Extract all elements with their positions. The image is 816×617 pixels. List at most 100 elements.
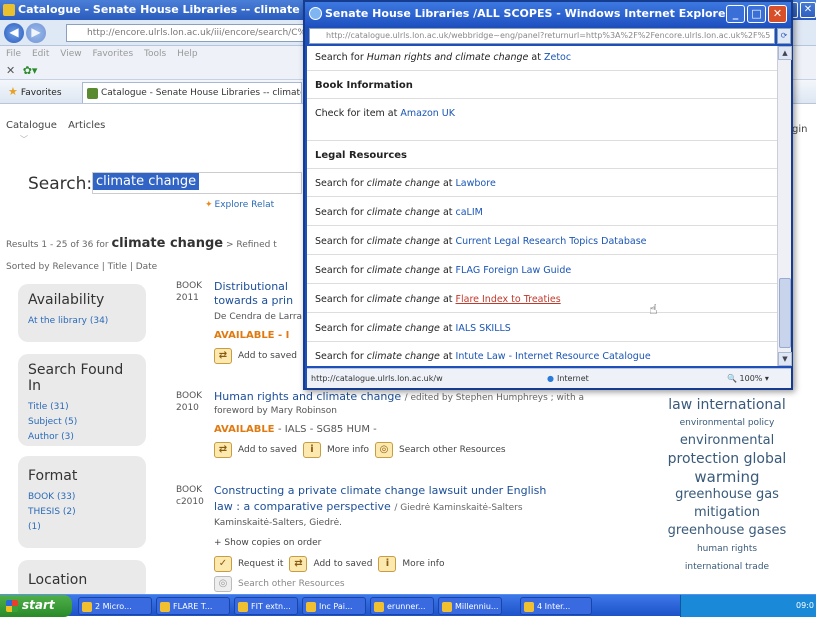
tag[interactable]: international trade <box>642 558 812 576</box>
menu-file[interactable]: File <box>6 49 21 59</box>
more-info-link[interactable]: More info <box>327 445 369 455</box>
tag[interactable]: law international <box>642 396 812 414</box>
resource-line: Search for climate change at caLIM <box>315 207 483 218</box>
tab-articles[interactable]: Articles <box>68 120 105 131</box>
resource-link-calim[interactable]: caLIM <box>456 207 483 218</box>
tag[interactable]: environmental <box>642 432 812 450</box>
add-to-saved-link[interactable]: Add to saved <box>313 559 372 569</box>
facet-item[interactable]: THESIS (2) <box>28 505 136 520</box>
taskbar-button[interactable]: erunner... <box>370 597 434 615</box>
save-icon[interactable]: ⇄ <box>289 556 308 572</box>
add-to-saved-link[interactable]: Add to saved <box>238 351 297 361</box>
tab-catalogue[interactable]: Catalogue <box>6 120 57 131</box>
taskbar-button[interactable]: 2 Micro... <box>78 597 152 615</box>
resource-link-flare-index[interactable]: Flare Index to Treaties <box>456 294 561 305</box>
facet-item[interactable]: Author (3) <box>28 430 136 445</box>
tag[interactable]: environmental policy <box>642 414 812 432</box>
sort-options[interactable]: Sorted by Relevance | Title | Date <box>6 262 157 272</box>
addon-icon[interactable]: ✿▾ <box>23 64 38 77</box>
show-copies-link[interactable]: + Show copies on order <box>214 538 321 548</box>
taskbar-button[interactable]: FIT extn... <box>234 597 298 615</box>
popup-scrollbar[interactable]: ▲ ▼ <box>777 46 792 366</box>
status-url: http://catalogue.ulrls.lon.ac.uk/w <box>311 374 443 383</box>
close-tab-icon[interactable]: ✕ <box>6 64 15 77</box>
close-icon[interactable]: ✕ <box>800 2 816 18</box>
explore-related-link[interactable]: Explore Relat <box>205 200 275 210</box>
facet-availability: Availability At the library (34) <box>18 284 146 342</box>
login-link[interactable]: gin <box>792 124 807 135</box>
tag[interactable]: mitigation <box>642 504 812 522</box>
resource-link-flag[interactable]: FLAG Foreign Law Guide <box>456 265 572 276</box>
record-author: Kaminskaitė-Salters, Giedrė. <box>214 518 343 528</box>
results-summary: Results 1 - 25 of 36 for climate change … <box>6 236 277 251</box>
tag[interactable]: protection global <box>642 450 812 468</box>
menu-edit[interactable]: Edit <box>32 49 49 59</box>
search-value[interactable]: climate change <box>93 173 200 190</box>
resource-link-lawbore[interactable]: Lawbore <box>456 178 496 189</box>
record-title[interactable]: Human rights and climate change / edited… <box>214 390 584 403</box>
menu-help[interactable]: Help <box>177 49 198 59</box>
close-icon[interactable]: ✕ <box>768 5 787 23</box>
search-label: Search: <box>28 174 93 194</box>
record-title-cont[interactable]: law : a comparative perspective / Giedrė… <box>214 500 523 513</box>
tag[interactable]: greenhouse gases <box>642 522 812 540</box>
taskbar-button[interactable]: Inc Pai... <box>302 597 366 615</box>
refresh-icon[interactable]: ⟳ <box>777 28 791 44</box>
facet-item[interactable]: Subject (5) <box>28 415 136 430</box>
search-other-icon[interactable]: ◎ <box>375 442 394 458</box>
divider <box>307 70 777 71</box>
popup-title-bar[interactable]: Senate House Libraries /ALL SCOPES - Win… <box>305 2 791 26</box>
resource-link-intute-law[interactable]: Intute Law - Internet Resource Catalogue <box>456 351 651 362</box>
request-it-link[interactable]: Request it <box>238 559 283 569</box>
record-title[interactable]: Distributional <box>214 280 288 293</box>
info-icon[interactable]: i <box>302 442 321 458</box>
hand-cursor-icon: ☝ <box>649 302 658 318</box>
divider <box>307 341 777 342</box>
search-other-icon[interactable]: ◎ <box>214 576 232 592</box>
forward-button[interactable]: ▶ <box>26 23 46 43</box>
scroll-down-icon[interactable]: ▼ <box>778 352 792 366</box>
save-icon[interactable]: ⇄ <box>214 442 232 458</box>
add-to-saved-link[interactable]: Add to saved <box>238 445 297 455</box>
search-other-resources-link[interactable]: Search other Resources <box>238 579 345 589</box>
taskbar-button[interactable]: 4 Inter... <box>520 597 592 615</box>
zoom-level[interactable]: 🔍 100% ▾ <box>727 374 769 383</box>
facet-item[interactable]: At the library (34) <box>28 314 136 329</box>
record-actions-2: ◎ Search other Resources <box>214 576 345 592</box>
tag[interactable]: human rights <box>642 540 812 558</box>
browser-tab[interactable]: Catalogue - Senate House Libraries -- cl… <box>82 82 302 103</box>
scroll-thumb[interactable] <box>779 278 791 348</box>
facet-item[interactable]: Title (31) <box>28 400 136 415</box>
search-other-resources-link[interactable]: Search other Resources <box>399 445 506 455</box>
resource-link-zetoc[interactable]: Zetoc <box>544 52 571 63</box>
menu-tools[interactable]: Tools <box>144 49 166 59</box>
background-address-bar[interactable]: http://encore.ulrls.lon.ac.uk/iii/encore… <box>66 24 306 42</box>
tag[interactable]: greenhouse gas <box>642 486 812 504</box>
taskbar-button[interactable]: Millenniu... <box>438 597 502 615</box>
facet-item[interactable]: BOOK (33) <box>28 490 136 505</box>
taskbar-button[interactable]: FLARE T... <box>156 597 230 615</box>
maximize-icon[interactable]: □ <box>747 5 766 23</box>
back-button[interactable]: ◀ <box>4 23 24 43</box>
resource-link-current-legal-research[interactable]: Current Legal Research Topics Database <box>456 236 647 247</box>
status-zone: Internet <box>547 374 589 383</box>
minimize-icon[interactable]: _ <box>726 5 745 23</box>
favorites-button[interactable]: Favorites <box>8 85 62 98</box>
more-info-link[interactable]: More info <box>402 559 444 569</box>
record-title-cont[interactable]: towards a prin <box>214 294 293 307</box>
facet-search-found-in: Search Found In Title (31) Subject (5) A… <box>18 354 146 446</box>
menu-favorites[interactable]: Favorites <box>92 49 133 59</box>
popup-address-bar[interactable]: http://catalogue.ulrls.lon.ac.uk/webbrid… <box>309 28 775 44</box>
facet-item[interactable]: (1) <box>28 520 136 535</box>
record-title[interactable]: Constructing a private climate change la… <box>214 484 546 497</box>
menu-view[interactable]: View <box>60 49 81 59</box>
result-record: BOOK c2010 Constructing a private climate… <box>168 484 638 594</box>
scroll-up-icon[interactable]: ▲ <box>778 46 792 60</box>
info-icon[interactable]: i <box>378 556 397 572</box>
save-icon[interactable]: ⇄ <box>214 348 232 364</box>
start-button[interactable]: start <box>0 595 72 617</box>
resource-link-amazon[interactable]: Amazon UK <box>400 108 455 119</box>
tag[interactable]: warming <box>642 468 812 486</box>
resource-link-ials-skills[interactable]: IALS SKILLS <box>456 323 511 334</box>
check-icon[interactable]: ✓ <box>214 556 232 572</box>
